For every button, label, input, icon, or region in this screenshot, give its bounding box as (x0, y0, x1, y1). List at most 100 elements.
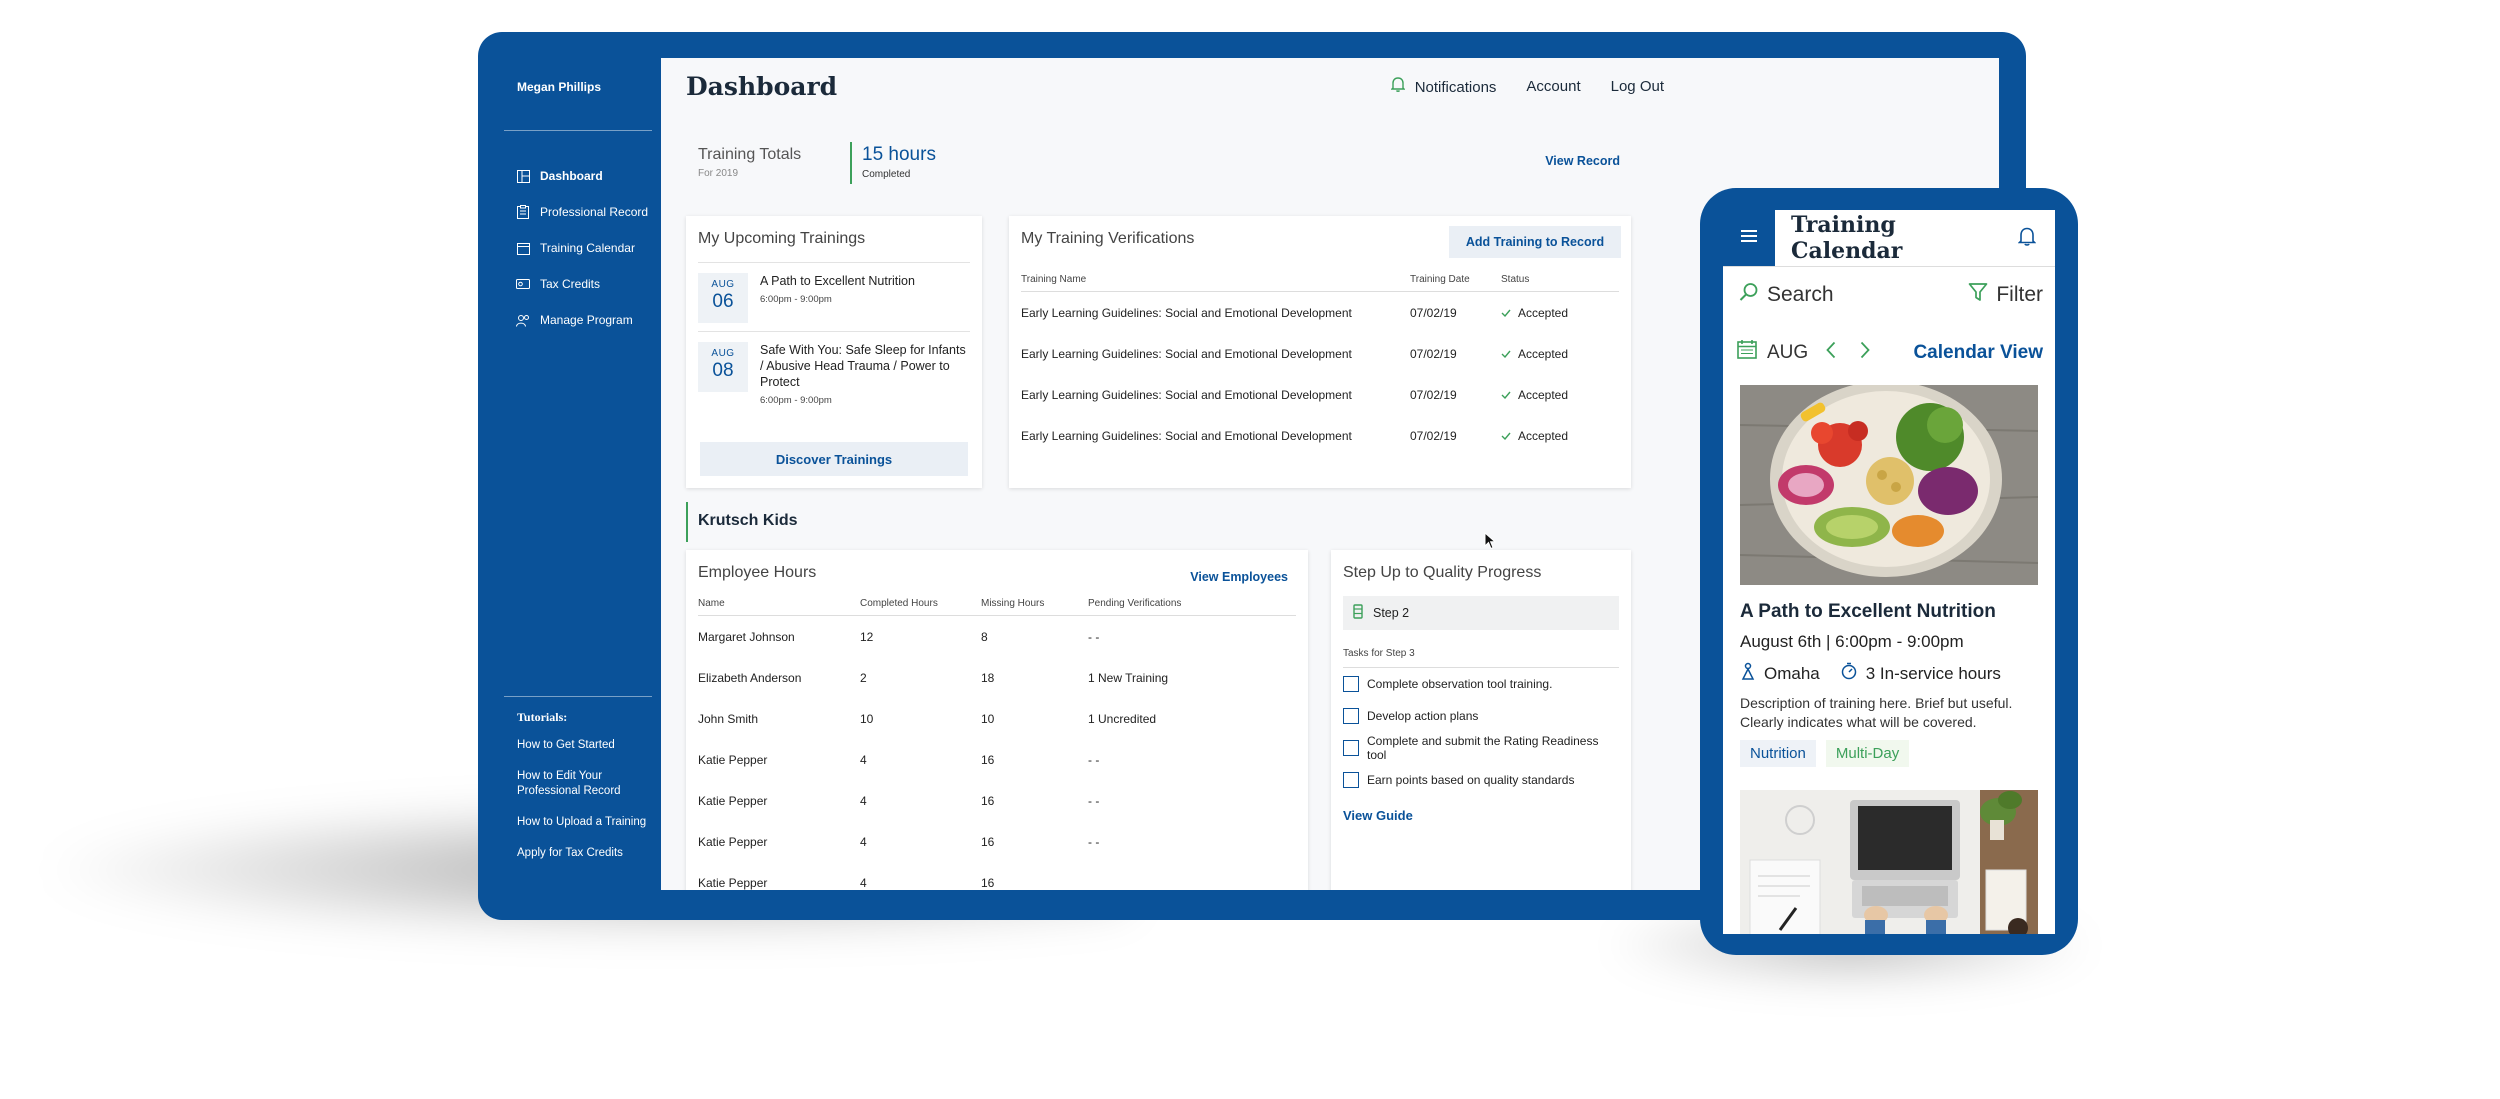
training-date: 07/02/19 (1410, 387, 1457, 402)
column-header: Status (1501, 274, 1530, 285)
column-header: Training Date (1410, 274, 1470, 285)
date-month: AUG (711, 348, 735, 359)
training-date: 07/02/19 (1410, 428, 1457, 443)
date-day: 08 (712, 360, 734, 381)
training-image[interactable] (1740, 385, 2038, 585)
sidebar-nav: Dashboard Professional Record Training C… (516, 158, 648, 338)
location-icon (1740, 662, 1756, 685)
event-meta: Omaha 3 In-service hours (1740, 662, 2001, 685)
month-selector: AUG (1737, 340, 1870, 365)
tag[interactable]: Nutrition (1740, 740, 1816, 767)
tutorial-link[interactable]: How to Upload a Training (517, 815, 657, 830)
status-text: Accepted (1518, 387, 1569, 402)
table-row[interactable]: Katie Pepper 4 16 - - (698, 739, 1296, 780)
chevron-right-icon[interactable] (1860, 341, 1870, 365)
table-row[interactable]: Margaret Johnson 12 8 - - (698, 616, 1296, 657)
task-label: Complete observation tool training. (1367, 677, 1553, 691)
employee-name: Katie Pepper (698, 793, 768, 808)
discover-trainings-button[interactable]: Discover Trainings (700, 442, 968, 476)
sidebar-item-manage-program[interactable]: Manage Program (516, 302, 648, 338)
user-name: Megan Phillips (517, 80, 602, 94)
task-checkbox[interactable] (1343, 772, 1359, 788)
table-row[interactable]: John Smith 10 10 1 Uncredited (698, 698, 1296, 739)
sidebar-item-professional-record[interactable]: Professional Record (516, 194, 648, 230)
employee-name: Margaret Johnson (698, 629, 795, 644)
table-row[interactable]: Early Learning Guidelines: Social and Em… (1021, 333, 1619, 374)
tutorial-link[interactable]: Apply for Tax Credits (517, 846, 657, 861)
table-row[interactable]: Katie Pepper 4 16 (698, 862, 1296, 890)
totals-completed-label: Completed (862, 169, 911, 180)
table-row[interactable]: Early Learning Guidelines: Social and Em… (1021, 415, 1619, 456)
sidebar-divider (504, 130, 652, 131)
completed-hours: 2 (860, 670, 867, 685)
logout-link[interactable]: Log Out (1611, 78, 1664, 95)
sidebar-item-label: Professional Record (540, 205, 649, 219)
hamburger-menu-button[interactable] (1723, 210, 1775, 266)
task-label: Earn points based on quality standards (1367, 773, 1575, 787)
event-date: August 6th | 6:00pm - 9:00pm (1740, 632, 1964, 651)
training-verifications-card: My Training Verifications Add Training t… (1009, 216, 1631, 488)
pending-verifications: - - (1088, 752, 1100, 767)
task-checkbox[interactable] (1343, 740, 1359, 756)
training-image[interactable] (1740, 790, 2038, 934)
account-link[interactable]: Account (1526, 78, 1580, 95)
completed-hours: 4 (860, 793, 867, 808)
view-guide-link[interactable]: View Guide (1343, 808, 1619, 823)
task-checkbox[interactable] (1343, 676, 1359, 692)
employee-name: Katie Pepper (698, 875, 768, 890)
event-title[interactable]: A Path to Excellent Nutrition (1740, 601, 1996, 623)
notifications-button[interactable] (1999, 210, 2055, 266)
table-row[interactable]: Early Learning Guidelines: Social and Em… (1021, 374, 1619, 415)
sidebar-item-tax-credits[interactable]: Tax Credits (516, 266, 648, 302)
table-header: Training Name Training Date Status (1021, 274, 1619, 292)
task-checkbox[interactable] (1343, 708, 1359, 724)
filter-button[interactable]: Filter (1968, 282, 2043, 308)
tutorial-link[interactable]: How to Edit Your Professional Record (517, 769, 657, 799)
employee-hours-card: Employee Hours View Employees Name Compl… (686, 550, 1308, 890)
event-description: Description of training here. Brief but … (1740, 695, 2013, 730)
tutorial-link[interactable]: How to Get Started (517, 738, 657, 753)
date-month: AUG (711, 279, 735, 290)
notifications-label: Notifications (1414, 79, 1497, 96)
sidebar-divider (504, 696, 652, 697)
calendar-view-link[interactable]: Calendar View (1913, 342, 2043, 364)
calendar-icon (1737, 340, 1757, 365)
current-step: Step 2 (1343, 596, 1619, 630)
list-item[interactable]: AUG 06 A Path to Excellent Nutrition 6:0… (698, 262, 970, 331)
task-item: Complete observation tool training. (1343, 668, 1619, 700)
task-item: Complete and submit the Rating Readiness… (1343, 732, 1619, 764)
table-row[interactable]: Katie Pepper 4 16 - - (698, 780, 1296, 821)
page-title: Dashboard (686, 72, 838, 101)
timer-icon (1840, 662, 1858, 685)
employee-name: Elizabeth Anderson (698, 670, 802, 685)
view-record-link[interactable]: View Record (1545, 154, 1620, 168)
sidebar-item-dashboard[interactable]: Dashboard (516, 158, 648, 194)
chevron-left-icon[interactable] (1826, 341, 1836, 365)
training-time: 6:00pm - 9:00pm (760, 395, 832, 406)
table-row[interactable]: Early Learning Guidelines: Social and Em… (1021, 292, 1619, 333)
completed-hours: 4 (860, 875, 867, 890)
add-training-button[interactable]: Add Training to Record (1449, 226, 1621, 258)
list-item[interactable]: AUG 08 Safe With You: Safe Sleep for Inf… (698, 331, 970, 414)
view-employees-link[interactable]: View Employees (1190, 570, 1288, 584)
table-row[interactable]: Katie Pepper 4 16 - - (698, 821, 1296, 862)
search-placeholder: Search (1767, 283, 1834, 306)
check-icon (1501, 388, 1511, 402)
missing-hours: 16 (981, 752, 995, 767)
sidebar-item-label: Training Calendar (540, 241, 635, 255)
table-row[interactable]: Elizabeth Anderson 2 18 1 New Training (698, 657, 1296, 698)
column-header: Pending Verifications (1088, 598, 1182, 609)
tag[interactable]: Multi-Day (1825, 740, 1910, 767)
search-input[interactable]: Search (1739, 282, 1834, 308)
totals-label: Training Totals (698, 146, 802, 163)
training-totals: Training Totals For 2019 15 hours Comple… (698, 142, 1632, 192)
check-icon (1501, 347, 1511, 361)
sidebar-item-training-calendar[interactable]: Training Calendar (516, 230, 648, 266)
completed-hours: 4 (860, 752, 867, 767)
table-header: Name Completed Hours Missing Hours Pendi… (698, 598, 1296, 616)
notifications-link[interactable]: Notifications (1390, 76, 1497, 96)
quality-progress-card: Step Up to Quality Progress Step 2 Tasks… (1331, 550, 1631, 890)
missing-hours: 16 (981, 875, 995, 890)
training-date: 07/02/19 (1410, 346, 1457, 361)
calendar-icon (516, 241, 530, 255)
